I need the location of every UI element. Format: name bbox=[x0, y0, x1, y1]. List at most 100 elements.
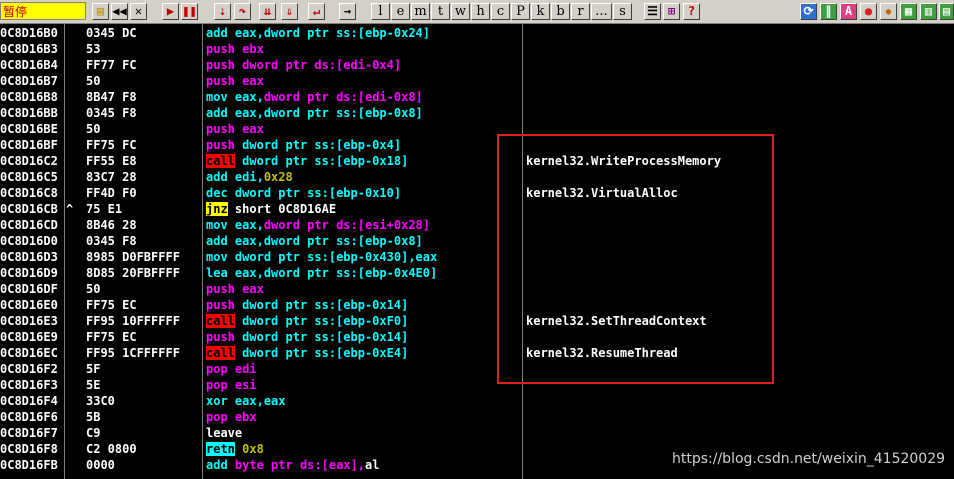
windows-icon[interactable]: ⊞ bbox=[663, 3, 680, 20]
hex-bytes: 8985 D0FBFFFF bbox=[86, 250, 180, 264]
instruction: call dword ptr ss:[ebp-0x18] bbox=[206, 153, 408, 169]
disasm-row[interactable]: 0C8D16EC FF95 1CFFFFFF call dword ptr ss:[… bbox=[0, 345, 954, 361]
rewind-icon[interactable]: ◀◀ bbox=[111, 3, 128, 20]
run-icon[interactable]: ▶ bbox=[162, 3, 179, 20]
operand: byte ptr ds:[eax], bbox=[234, 458, 365, 472]
window-l-button[interactable]: l bbox=[371, 3, 390, 20]
disasm-row[interactable]: 0C8D16B4 FF77 FC push dword ptr ds:[edi-0x… bbox=[0, 57, 954, 73]
plugin-icon[interactable]: ∥ bbox=[820, 3, 837, 20]
window-b-button[interactable]: b bbox=[551, 3, 570, 20]
disasm-row[interactable]: 0C8D16F4 33C0 xor eax,eax bbox=[0, 393, 954, 409]
operand: dword ptr ss:[ebp-0xF0] bbox=[242, 314, 409, 328]
disasm-row[interactable]: 0C8D16D9 8D85 20FBFFFF lea eax,dword ptr s… bbox=[0, 265, 954, 281]
instruction: mov eax,dword ptr ds:[esi+0x28] bbox=[206, 217, 430, 233]
extra-icon[interactable]: ▤ bbox=[939, 3, 954, 20]
window-m-button[interactable]: m bbox=[411, 3, 430, 20]
operand: edi bbox=[234, 362, 257, 376]
grid-icon[interactable]: ▦ bbox=[900, 3, 917, 20]
hex-bytes: 75 E1 bbox=[86, 202, 123, 216]
window-k-button[interactable]: k bbox=[531, 3, 550, 20]
disasm-row[interactable]: 0C8D16D3 8985 D0FBFFFF mov dword ptr ss:[e… bbox=[0, 249, 954, 265]
record-icon[interactable]: ● bbox=[860, 3, 877, 20]
instruction: call dword ptr ss:[ebp-0xE4] bbox=[206, 345, 408, 361]
window-c-button[interactable]: c bbox=[491, 3, 510, 20]
mnemonic: lea bbox=[206, 266, 228, 280]
disasm-row[interactable]: 0C8D16F6 5B pop ebx bbox=[0, 409, 954, 425]
options-icon[interactable]: ▥ bbox=[920, 3, 937, 20]
window-more-button[interactable]: ... bbox=[591, 3, 612, 20]
disasm-row[interactable]: 0C8D16E0 FF75 EC push dword ptr ss:[ebp-0x… bbox=[0, 297, 954, 313]
address: 0C8D16C8 bbox=[0, 186, 58, 200]
disasm-row[interactable]: 0C8D16E3 FF95 10FFFFFF call dword ptr ss:[… bbox=[0, 313, 954, 329]
list-icon[interactable]: ☰ bbox=[644, 3, 661, 20]
operand-space bbox=[228, 250, 235, 264]
address: 0C8D16B4 bbox=[0, 58, 58, 72]
close-icon[interactable]: ✕ bbox=[130, 3, 147, 20]
operand-space bbox=[228, 410, 235, 424]
hex-bytes: 50 bbox=[86, 74, 101, 88]
a-icon[interactable]: A bbox=[840, 3, 857, 20]
operand-space bbox=[228, 458, 235, 472]
disasm-row[interactable]: 0C8D16C2 FF55 E8 call dword ptr ss:[ebp-0x… bbox=[0, 153, 954, 169]
window-e-button[interactable]: e bbox=[391, 3, 410, 20]
operand: eax bbox=[242, 282, 264, 296]
help-button[interactable]: ? bbox=[683, 3, 700, 20]
operand: eax,dword ptr ss:[ebp-0x8] bbox=[234, 234, 423, 248]
window-w-button[interactable]: w bbox=[451, 3, 470, 20]
hex-bytes: FF75 FC bbox=[86, 138, 137, 152]
hex-bytes: 53 bbox=[86, 42, 101, 56]
disasm-row[interactable]: 0C8D16C5 83C7 28 add edi,0x28 bbox=[0, 169, 954, 185]
instruction: push dword ptr ss:[ebp-0x14] bbox=[206, 297, 408, 313]
disasm-row[interactable]: 0C8D16CD 8B46 28 mov eax,dword ptr ds:[esi… bbox=[0, 217, 954, 233]
disasm-row[interactable]: 0C8D16F7 C9 leave bbox=[0, 425, 954, 441]
goto-icon[interactable]: → bbox=[339, 3, 356, 20]
window-p-button[interactable]: P bbox=[511, 3, 530, 20]
hex-bytes: FF77 FC bbox=[86, 58, 137, 72]
disasm-row[interactable]: 0C8D16BF FF75 FC push dword ptr ss:[ebp-0x… bbox=[0, 137, 954, 153]
hex-bytes: C2 0800 bbox=[86, 442, 137, 456]
operand: dword ptr ss:[ebp-0x430],eax bbox=[234, 250, 438, 264]
mnemonic: mov bbox=[206, 218, 228, 232]
disasm-row[interactable]: 0C8D16BE 50 push eax bbox=[0, 121, 954, 137]
address: 0C8D16C2 bbox=[0, 154, 58, 168]
window-s-button[interactable]: s bbox=[613, 3, 632, 20]
settings-icon[interactable]: ✹ bbox=[880, 3, 897, 20]
address: 0C8D16B8 bbox=[0, 90, 58, 104]
step-into-icon[interactable]: ⇣ bbox=[214, 3, 231, 20]
disasm-row[interactable]: 0C8D16B8 8B47 F8 mov eax,dword ptr ds:[edi… bbox=[0, 89, 954, 105]
address: 0C8D16D9 bbox=[0, 266, 58, 280]
window-t-button[interactable]: t bbox=[431, 3, 450, 20]
refresh-icon[interactable]: ⟳ bbox=[800, 3, 817, 20]
step-over-icon[interactable]: ↷ bbox=[234, 3, 251, 20]
mnemonic: push bbox=[206, 330, 235, 344]
operand: dword ptr ss:[ebp-0x4] bbox=[242, 138, 402, 152]
disasm-row[interactable]: 0C8D16B3 53 push ebx bbox=[0, 41, 954, 57]
instruction: jnz short 0C8D16AE bbox=[206, 201, 336, 217]
pause-icon[interactable]: ❚❚ bbox=[181, 3, 198, 20]
open-icon[interactable]: ▤ bbox=[92, 3, 109, 20]
operand: ebx bbox=[234, 410, 257, 424]
window-r-button[interactable]: r bbox=[571, 3, 590, 20]
trace-over-icon[interactable]: ⇓ bbox=[281, 3, 298, 20]
disasm-row[interactable]: 0C8D16D0 0345 F8 add eax,dword ptr ss:[ebp… bbox=[0, 233, 954, 249]
disasm-row[interactable]: 0C8D16B7 50 push eax bbox=[0, 73, 954, 89]
disasm-row[interactable]: 0C8D16CB ^ 75 E1 jnz short 0C8D16AE bbox=[0, 201, 954, 217]
mnemonic: add bbox=[206, 234, 228, 248]
operand: eax bbox=[242, 74, 264, 88]
disasm-row[interactable]: 0C8D16E9 FF75 EC push dword ptr ss:[ebp-0x… bbox=[0, 329, 954, 345]
disasm-row[interactable]: 0C8D16F3 5E pop esi bbox=[0, 377, 954, 393]
disasm-row[interactable]: 0C8D16F2 5F pop edi bbox=[0, 361, 954, 377]
disasm-row[interactable]: 0C8D16DF 50 push eax bbox=[0, 281, 954, 297]
operand-space bbox=[228, 170, 235, 184]
address: 0C8D16CD bbox=[0, 218, 58, 232]
window-h-button[interactable]: h bbox=[471, 3, 490, 20]
disasm-row[interactable]: 0C8D16B0 0345 DC add eax,dword ptr ss:[ebp… bbox=[0, 25, 954, 41]
disasm-row[interactable]: 0C8D16BB 0345 F8 add eax,dword ptr ss:[ebp… bbox=[0, 105, 954, 121]
disasm-row[interactable]: 0C8D16C8 FF4D F0 dec dword ptr ss:[ebp-0x1… bbox=[0, 185, 954, 201]
hex-bytes: FF55 E8 bbox=[86, 154, 137, 168]
disassembly-pane[interactable]: 0C8D16B0 0345 DC add eax,dword ptr ss:[ebp… bbox=[0, 24, 954, 479]
mnemonic: jnz bbox=[206, 202, 228, 216]
trace-into-icon[interactable]: ⇊ bbox=[259, 3, 276, 20]
instruction: add edi,0x28 bbox=[206, 169, 293, 185]
execute-till-return-icon[interactable]: ↵ bbox=[308, 3, 325, 20]
